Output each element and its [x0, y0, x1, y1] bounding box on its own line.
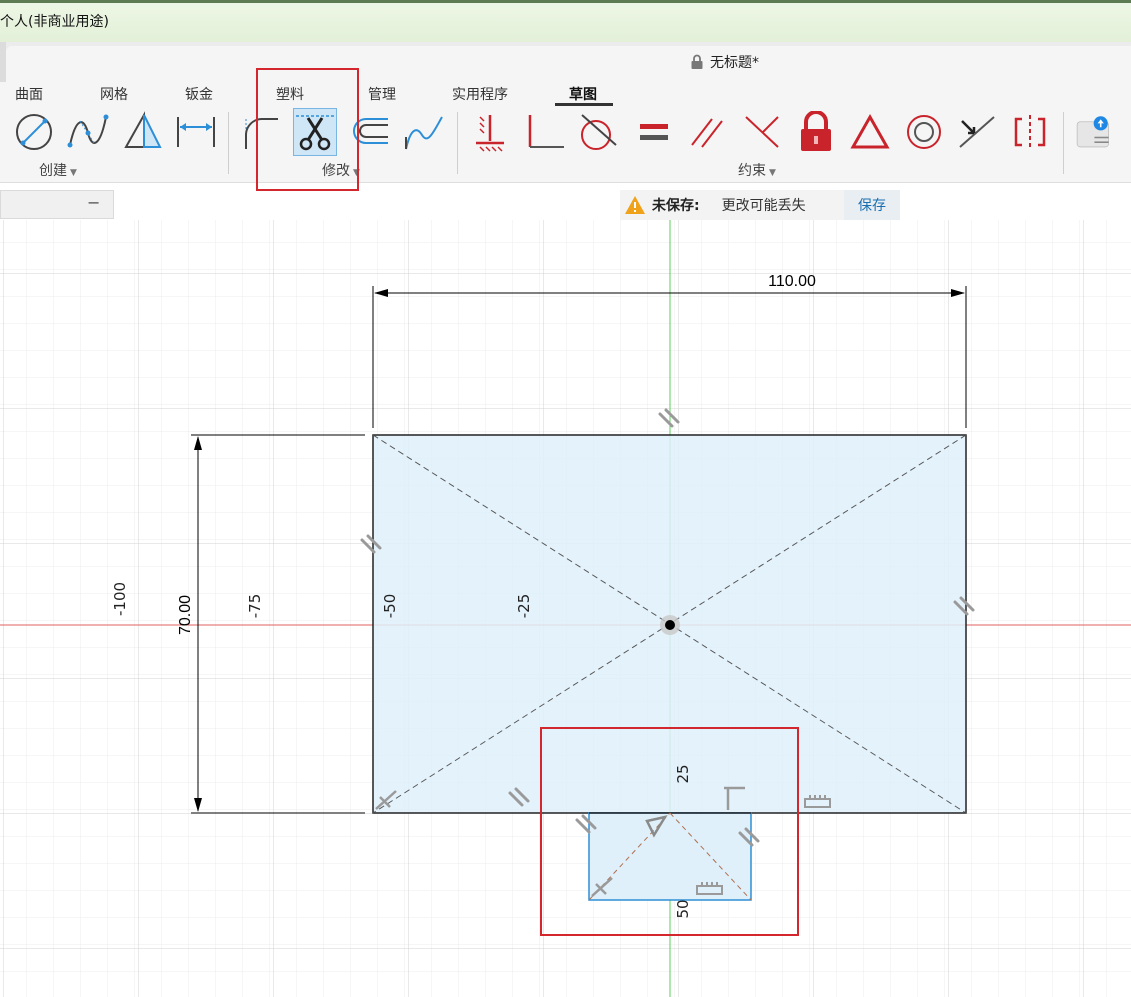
- axis-label: 25: [674, 764, 692, 783]
- small-rectangle[interactable]: [588, 812, 752, 901]
- fix-lock-icon: [801, 111, 831, 151]
- tab-manage[interactable]: 管理: [368, 84, 396, 104]
- tab-utilities[interactable]: 实用程序: [452, 84, 508, 104]
- create-group-label[interactable]: 创建 ▼: [39, 160, 77, 180]
- equal-button[interactable]: [632, 108, 676, 156]
- collapse-panel-icon[interactable]: −: [87, 193, 100, 212]
- tab-mesh[interactable]: 网格: [100, 84, 128, 104]
- concentric-icon: [907, 115, 941, 149]
- axis-label: -50: [381, 594, 399, 619]
- tangent-icon: [581, 114, 617, 150]
- symmetry-icon: [1014, 115, 1046, 149]
- tangent-button[interactable]: [576, 108, 620, 156]
- constraints-dropdown-icon: ▼: [769, 168, 776, 178]
- axis-label: -75: [246, 594, 264, 619]
- document-title-text: 无标题*: [710, 55, 759, 71]
- circle-tool-button[interactable]: [12, 108, 56, 156]
- extend-tool-button[interactable]: [402, 108, 446, 156]
- toolbar-separator: [1063, 112, 1064, 174]
- insert-tool-button[interactable]: [1074, 108, 1118, 156]
- collinear-button[interactable]: [954, 108, 998, 156]
- dimension-width[interactable]: 110.00: [768, 273, 816, 290]
- axis-label: -25: [515, 594, 533, 619]
- window-title: 个人(非商业用途): [0, 14, 109, 30]
- warning-icon: [625, 196, 645, 214]
- triangle-tool-button[interactable]: [120, 108, 164, 156]
- midpoint-triangle-icon: [850, 113, 890, 149]
- origin-point[interactable]: [665, 620, 675, 630]
- extend-curve-icon: [405, 116, 443, 150]
- document-title: 无标题*: [690, 52, 759, 72]
- unsaved-label: 未保存:: [652, 198, 700, 214]
- equal-icon: [640, 124, 668, 140]
- perpendicular-icon: [745, 116, 779, 148]
- concentric-button[interactable]: [902, 108, 946, 156]
- create-dropdown-icon: ▼: [70, 168, 77, 178]
- active-tab-indicator: [555, 103, 613, 106]
- coincident-icon: [528, 115, 564, 148]
- tab-surface[interactable]: 曲面: [15, 84, 43, 104]
- create-label-text: 创建: [39, 163, 67, 179]
- constraints-label-text: 约束: [738, 163, 766, 179]
- sketch-canvas[interactable]: 110.00 70.00 -100 -75 -50 -25 25 50: [0, 220, 1131, 997]
- spline-tool-button[interactable]: [66, 108, 110, 156]
- fix-button[interactable]: [794, 108, 838, 156]
- unsaved-message: 更改可能丢失: [721, 198, 806, 214]
- dimension-height[interactable]: 70.00: [177, 595, 194, 635]
- browser-panel: −: [0, 190, 114, 219]
- perpendicular-button[interactable]: [740, 108, 784, 156]
- dimension-tool-icon: [177, 117, 215, 147]
- parallel-icon: [691, 118, 723, 148]
- window-title-bar: 个人(非商业用途): [0, 0, 1131, 43]
- midpoint-button[interactable]: [848, 108, 892, 156]
- lock-icon: [691, 54, 703, 69]
- constraints-group-label[interactable]: 约束 ▼: [738, 160, 776, 180]
- symmetry-button[interactable]: [1008, 108, 1052, 156]
- toolbar-separator: [457, 112, 458, 174]
- axis-label: 50: [674, 899, 692, 918]
- tab-sheet-metal[interactable]: 钣金: [185, 84, 213, 104]
- coincident-button[interactable]: [522, 108, 566, 156]
- horizontal-vertical-icon: [476, 115, 504, 152]
- save-button[interactable]: 保存: [844, 190, 900, 220]
- insert-upload-icon: [1076, 116, 1109, 148]
- triangle-tool-icon: [124, 111, 162, 148]
- parallel-button[interactable]: [686, 108, 730, 156]
- dimension-tool-button[interactable]: [174, 108, 218, 156]
- title-bar-strip: [0, 0, 1131, 3]
- tab-sketch[interactable]: 草图: [569, 84, 597, 104]
- axis-label: -100: [111, 582, 129, 616]
- modify-highlight-box: [256, 68, 359, 191]
- circle-tool-icon: [16, 114, 52, 150]
- collinear-icon: [959, 116, 995, 148]
- toolbar-separator: [228, 112, 229, 174]
- spline-tool-icon: [67, 114, 109, 148]
- unsaved-notice: 未保存: 更改可能丢失 保存: [620, 190, 900, 220]
- horizontal-vertical-button[interactable]: [468, 108, 512, 156]
- document-tab-bar: [0, 42, 1131, 82]
- document-tab[interactable]: [6, 46, 1131, 82]
